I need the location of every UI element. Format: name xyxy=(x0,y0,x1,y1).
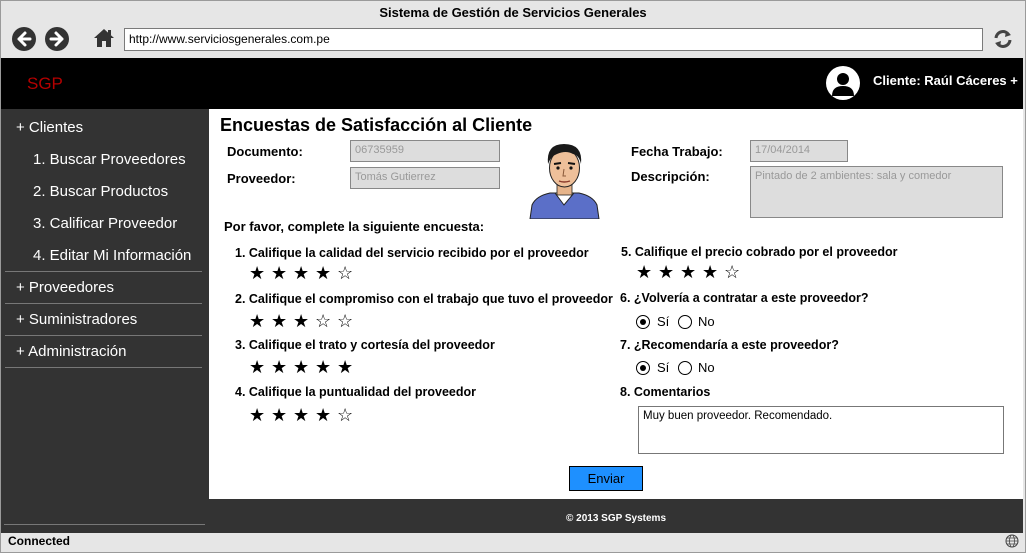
descripcion-field[interactable]: Pintado de 2 ambientes: sala y comedor xyxy=(750,166,1003,218)
sidebar-divider xyxy=(5,335,202,336)
question-6: 6. ¿Volvería a contratar a este proveedo… xyxy=(620,291,869,305)
forward-button[interactable] xyxy=(45,27,69,51)
url-input[interactable]: http://www.serviciosgenerales.com.pe xyxy=(124,28,983,51)
star-filled-icon[interactable]: ★ xyxy=(293,357,315,377)
sidebar-divider xyxy=(5,367,202,368)
star-filled-icon[interactable]: ★ xyxy=(658,262,680,282)
client-menu[interactable]: Cliente: Raúl Cáceres + xyxy=(873,73,1018,88)
star-filled-icon[interactable]: ★ xyxy=(271,263,293,283)
radio-yes-7[interactable] xyxy=(636,361,650,375)
star-filled-icon[interactable]: ★ xyxy=(249,311,271,331)
question-1: 1. Califique la calidad del servicio rec… xyxy=(235,246,589,260)
sidebar-item-clientes[interactable]: + Clientes xyxy=(16,119,83,136)
question-7: 7. ¿Recomendaría a este proveedor? xyxy=(620,338,839,352)
radio-no-6[interactable] xyxy=(678,315,692,329)
star-empty-icon[interactable]: ☆ xyxy=(337,263,359,283)
sidebar-item-calificar-proveedor[interactable]: 3. Calificar Proveedor xyxy=(33,215,177,232)
star-filled-icon[interactable]: ★ xyxy=(271,405,293,425)
sidebar-divider xyxy=(4,524,205,525)
star-filled-icon[interactable]: ★ xyxy=(293,405,315,425)
question-2: 2. Califique el compromiso con el trabaj… xyxy=(235,292,613,306)
radio-yes-6[interactable] xyxy=(636,315,650,329)
sidebar-item-editar-informacion[interactable]: 4. Editar Mi Información xyxy=(33,247,191,264)
star-filled-icon[interactable]: ★ xyxy=(702,262,724,282)
documento-label: Documento: xyxy=(227,144,303,159)
app-header: SGP Cliente: Raúl Cáceres + xyxy=(1,58,1023,109)
status-text: Connected xyxy=(8,534,71,548)
proveedor-field[interactable]: Tomás Gutierrez xyxy=(350,167,500,189)
radio-yes-label: Sí xyxy=(657,314,670,329)
sidebar-item-suministradores[interactable]: + Suministradores xyxy=(16,311,137,328)
fecha-label: Fecha Trabajo: xyxy=(631,144,723,159)
sidebar-item-proveedores[interactable]: + Proveedores xyxy=(16,279,114,296)
radio-no-7[interactable] xyxy=(678,361,692,375)
refresh-icon xyxy=(994,30,1012,48)
star-empty-icon[interactable]: ☆ xyxy=(337,311,359,331)
question-5: 5. Califique el precio cobrado por el pr… xyxy=(621,245,898,259)
survey-intro: Por favor, complete la siguiente encuest… xyxy=(224,219,485,234)
rating-stars-4[interactable]: ★ ★ ★ ★ ☆ xyxy=(249,405,359,425)
star-filled-icon[interactable]: ★ xyxy=(293,263,315,283)
rating-stars-1[interactable]: ★ ★ ★ ★ ☆ xyxy=(249,263,359,283)
sidebar-divider xyxy=(5,303,202,304)
globe-icon xyxy=(1005,534,1019,548)
refresh-button[interactable] xyxy=(991,27,1015,51)
sidebar: + Clientes 1. Buscar Proveedores 2. Busc… xyxy=(1,109,209,533)
star-filled-icon[interactable]: ★ xyxy=(680,262,702,282)
star-filled-icon[interactable]: ★ xyxy=(337,357,359,377)
star-empty-icon[interactable]: ☆ xyxy=(337,405,359,425)
comments-textarea[interactable]: Muy buen proveedor. Recomendado. xyxy=(638,406,1004,454)
back-button[interactable] xyxy=(12,27,36,51)
star-filled-icon[interactable]: ★ xyxy=(271,311,293,331)
home-icon xyxy=(94,29,114,47)
star-empty-icon[interactable]: ☆ xyxy=(724,262,746,282)
sidebar-item-administracion[interactable]: + Administración xyxy=(16,343,126,360)
star-filled-icon[interactable]: ★ xyxy=(315,263,337,283)
page-title: Encuestas de Satisfacción al Cliente xyxy=(220,115,533,135)
home-button[interactable] xyxy=(93,27,115,49)
back-arrow-icon xyxy=(17,31,32,47)
app-logo[interactable]: SGP xyxy=(27,74,63,94)
survey-form: Encuestas de Satisfacción al Cliente Doc… xyxy=(209,109,1023,499)
rating-stars-5[interactable]: ★ ★ ★ ★ ☆ xyxy=(636,262,746,282)
radio-no-label: No xyxy=(698,314,715,329)
star-filled-icon[interactable]: ★ xyxy=(315,405,337,425)
provider-photo xyxy=(526,139,603,220)
radio-no-label: No xyxy=(698,360,715,375)
status-bar: Connected xyxy=(1,533,1023,551)
star-filled-icon[interactable]: ★ xyxy=(249,357,271,377)
forward-arrow-icon xyxy=(49,31,64,47)
descripcion-label: Descripción: xyxy=(631,169,710,184)
fecha-field[interactable]: 17/04/2014 xyxy=(750,140,848,162)
star-filled-icon[interactable]: ★ xyxy=(293,311,315,331)
page-footer: © 2013 SGP Systems xyxy=(209,499,1023,533)
star-filled-icon[interactable]: ★ xyxy=(315,357,337,377)
sidebar-item-buscar-proveedores[interactable]: 1. Buscar Proveedores xyxy=(33,151,186,168)
sidebar-item-buscar-productos[interactable]: 2. Buscar Productos xyxy=(33,183,168,200)
star-filled-icon[interactable]: ★ xyxy=(249,405,271,425)
question-3: 3. Califique el trato y cortesía del pro… xyxy=(235,338,495,352)
rating-stars-2[interactable]: ★ ★ ★ ☆ ☆ xyxy=(249,311,359,331)
documento-field[interactable]: 06735959 xyxy=(350,140,500,162)
radio-yes-label: Sí xyxy=(657,360,670,375)
question-8: 8. Comentarios xyxy=(620,385,711,399)
rating-stars-3[interactable]: ★ ★ ★ ★ ★ xyxy=(249,357,359,377)
sidebar-divider xyxy=(5,271,202,272)
star-filled-icon[interactable]: ★ xyxy=(271,357,293,377)
star-filled-icon[interactable]: ★ xyxy=(249,263,271,283)
proveedor-label: Proveedor: xyxy=(227,171,296,186)
star-empty-icon[interactable]: ☆ xyxy=(315,311,337,331)
enviar-button[interactable]: Enviar xyxy=(569,466,643,491)
question-4: 4. Califique la puntualidad del proveedo… xyxy=(235,385,477,399)
window-title: Sistema de Gestión de Servicios Generale… xyxy=(379,5,647,20)
user-avatar-icon[interactable] xyxy=(826,66,860,100)
star-filled-icon[interactable]: ★ xyxy=(636,262,658,282)
